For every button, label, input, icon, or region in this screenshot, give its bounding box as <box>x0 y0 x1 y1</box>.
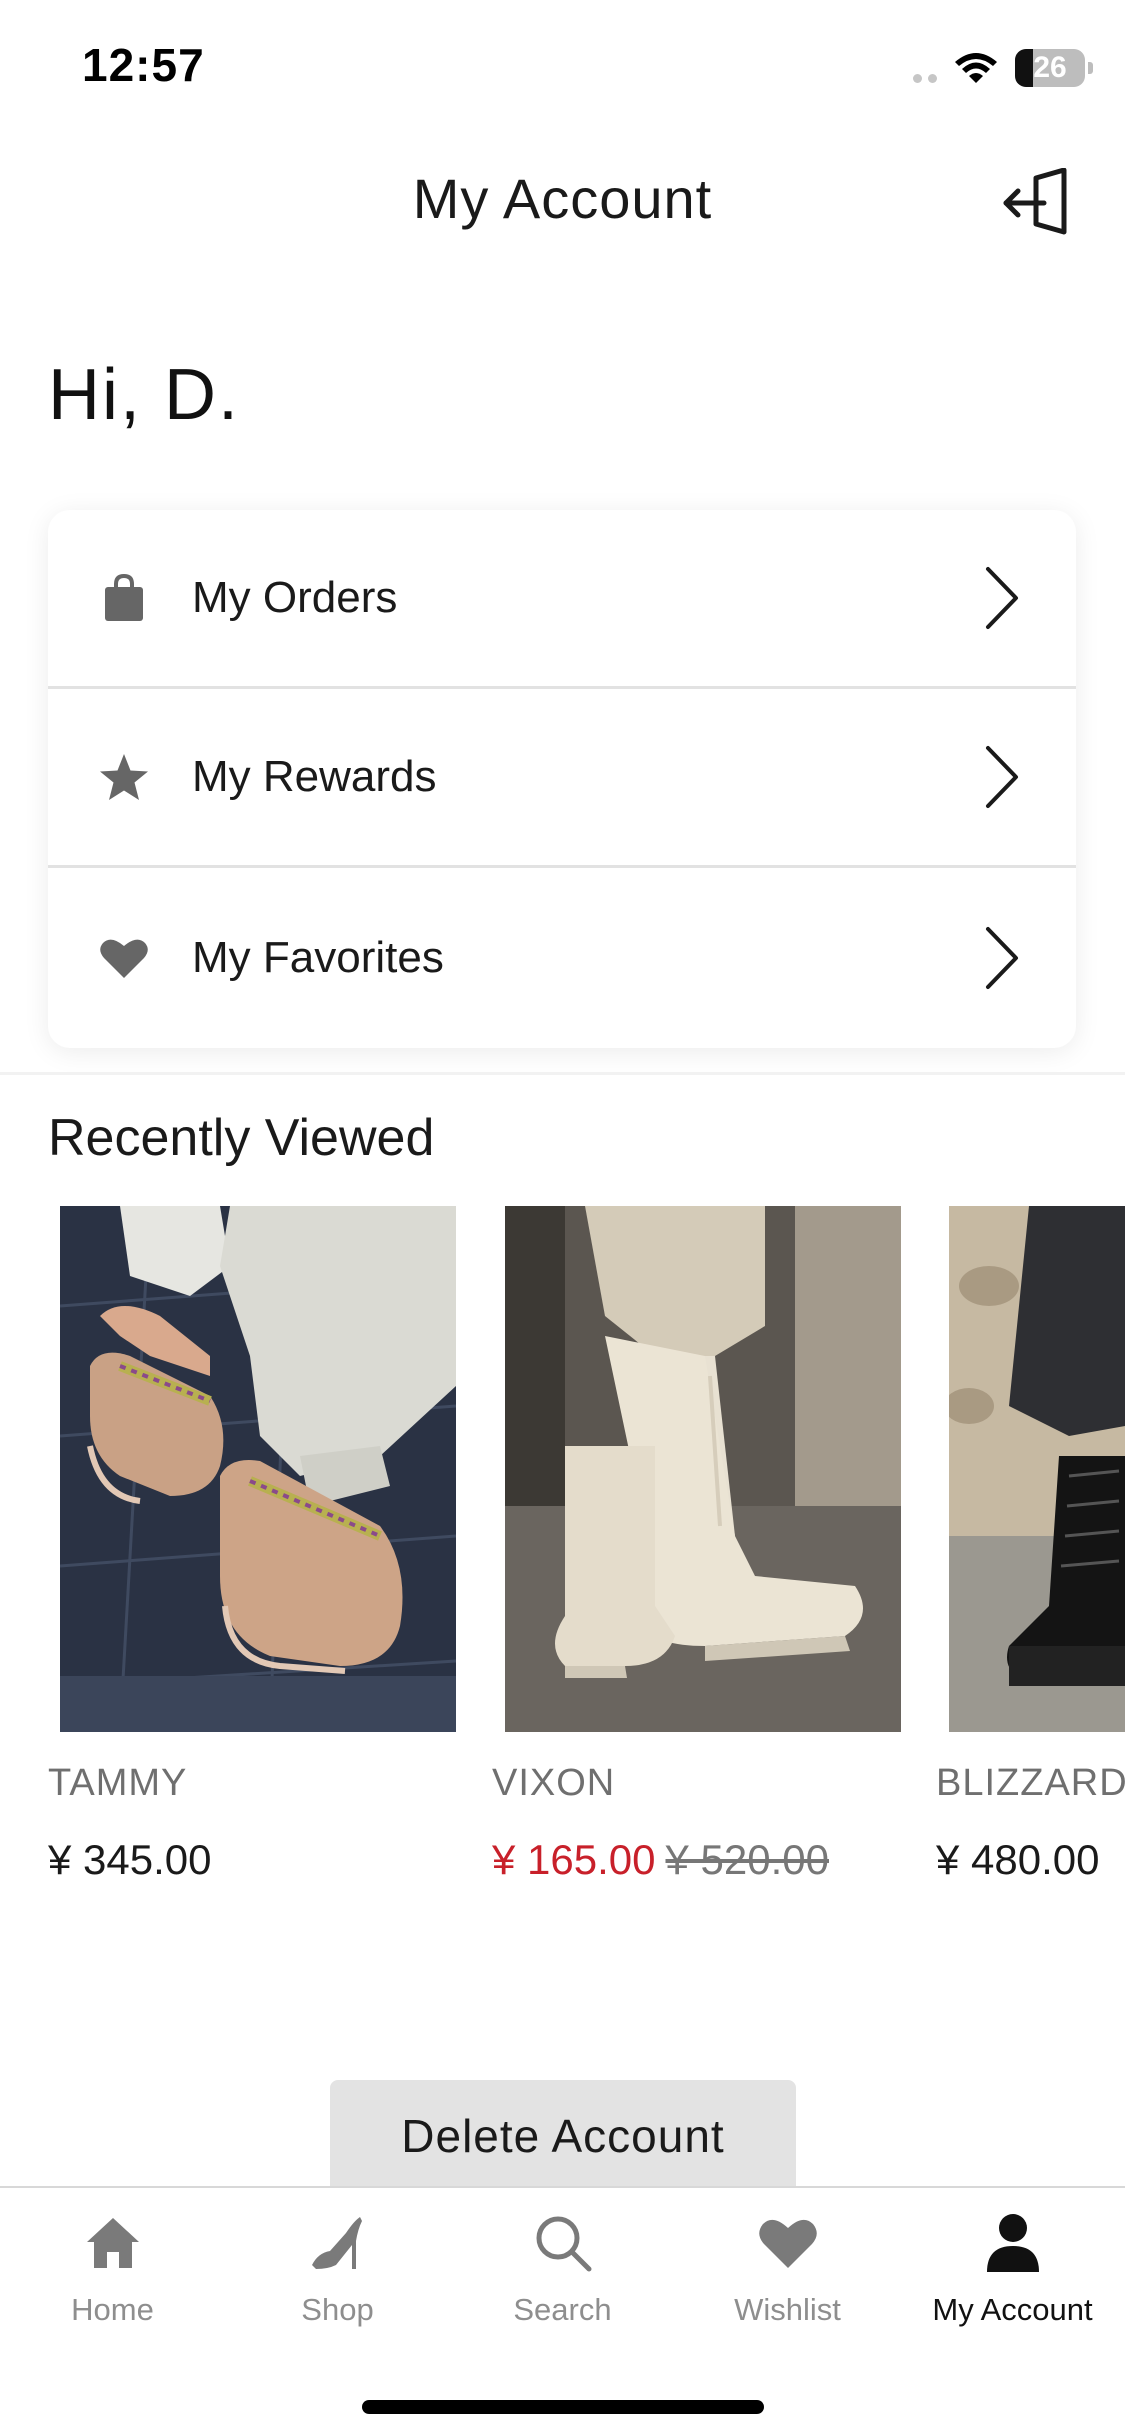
delete-account-button[interactable]: Delete Account <box>330 2080 796 2192</box>
tab-my-account[interactable]: My Account <box>900 2208 1125 2358</box>
home-icon <box>78 2208 148 2278</box>
status-icons: 26 <box>913 46 1093 90</box>
tab-label-wishlist: Wishlist <box>734 2292 841 2327</box>
menu-label-rewards: My Rewards <box>192 752 437 801</box>
menu-label-favorites: My Favorites <box>192 932 444 982</box>
shopping-bag-icon <box>98 572 150 624</box>
menu-label-orders: My Orders <box>192 573 398 622</box>
product-price: ¥ 165.00 ¥ 520.00 <box>492 1836 829 1884</box>
product-name: BLIZZARD <box>936 1762 1125 1804</box>
battery-icon: 26 <box>1015 49 1093 87</box>
tab-shop[interactable]: Shop <box>225 2208 450 2358</box>
tab-label-search: Search <box>513 2292 612 2327</box>
heart-icon <box>753 2208 823 2278</box>
product-price: ¥ 345.00 <box>48 1836 212 1883</box>
product-price: ¥ 480.00 <box>936 1836 1100 1883</box>
recently-viewed-carousel[interactable]: TAMMY ¥ 345.00 VIXON ¥ 165.00 ¥ 520.00 B… <box>0 1206 1125 1906</box>
tab-bar: Home Shop Search Wishlist My Account <box>0 2186 1125 2436</box>
account-menu: My Orders My Rewards My Favorites <box>48 510 1076 1048</box>
battery-percent: 26 <box>1033 51 1067 84</box>
chevron-right-icon <box>986 926 1018 989</box>
section-divider <box>0 1072 1125 1075</box>
product-image[interactable] <box>60 1206 456 1732</box>
logout-icon <box>1003 168 1067 235</box>
heart-icon <box>98 932 150 984</box>
product-name: VIXON <box>492 1762 616 1804</box>
home-indicator <box>362 2400 764 2414</box>
chevron-right-icon <box>986 567 1018 629</box>
tab-wishlist[interactable]: Wishlist <box>675 2208 900 2358</box>
search-icon <box>528 2208 598 2278</box>
tab-label-shop: Shop <box>301 2292 374 2327</box>
status-bar: 12:57 26 <box>0 0 1125 136</box>
chevron-right-icon <box>986 746 1018 808</box>
header: My Account <box>0 136 1125 266</box>
page-title: My Account <box>412 167 713 230</box>
tab-search[interactable]: Search <box>450 2208 675 2358</box>
high-heel-icon <box>303 2208 373 2278</box>
logout-button[interactable] <box>991 158 1081 248</box>
person-icon <box>978 2208 1048 2278</box>
tab-label-home: Home <box>71 2292 154 2327</box>
tab-home[interactable]: Home <box>0 2208 225 2358</box>
screen: 12:57 26 My Account Hi, D. My Orders My … <box>0 0 1125 2436</box>
cellular-signal-icon <box>913 53 937 83</box>
wifi-icon <box>955 53 997 83</box>
menu-item-rewards[interactable]: My Rewards <box>48 689 1076 868</box>
product-sale-price: ¥ 165.00 <box>492 1836 656 1883</box>
status-time: 12:57 <box>82 39 205 91</box>
product-original-price: ¥ 520.00 <box>665 1836 830 1883</box>
menu-item-favorites[interactable]: My Favorites <box>48 868 1076 1047</box>
menu-item-orders[interactable]: My Orders <box>48 510 1076 689</box>
star-icon <box>98 751 150 803</box>
recently-viewed-title: Recently Viewed <box>48 1109 435 1167</box>
product-name: TAMMY <box>48 1762 188 1804</box>
product-image[interactable] <box>949 1206 1125 1732</box>
greeting: Hi, D. <box>48 355 240 435</box>
tab-label-my-account: My Account <box>932 2292 1093 2327</box>
product-image[interactable] <box>505 1206 901 1732</box>
